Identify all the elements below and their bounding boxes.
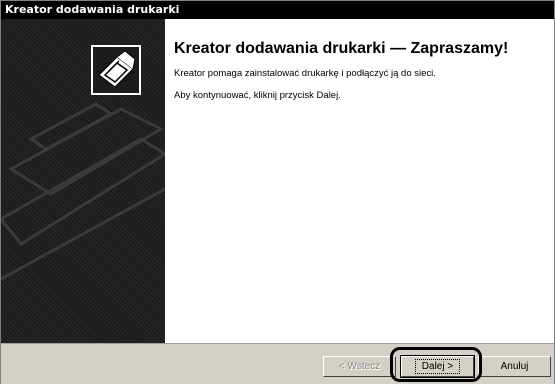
wizard-side-banner	[1, 19, 165, 343]
wizard-description: Kreator pomaga zainstalować drukarkę i p…	[174, 68, 436, 79]
printer-wizard-icon	[91, 45, 141, 95]
cancel-button[interactable]: Anuluj	[478, 356, 551, 377]
page-title: Kreator dodawania drukarki — Zapraszamy!	[174, 40, 509, 57]
wizard-content: Kreator dodawania drukarki — Zapraszamy!…	[174, 39, 544, 112]
button-bar: < Wstecz Dalej > Anuluj	[1, 343, 554, 384]
wizard-instruction: Aby kontynuować, kliknij przycisk Dalej.	[174, 90, 341, 101]
highlight-ring	[390, 347, 482, 382]
back-button[interactable]: < Wstecz	[323, 356, 396, 377]
window-title: Kreator dodawania drukarki	[1, 1, 554, 19]
add-printer-wizard-window: Kreator dodawania drukarki Kreator dodaw…	[0, 0, 555, 384]
